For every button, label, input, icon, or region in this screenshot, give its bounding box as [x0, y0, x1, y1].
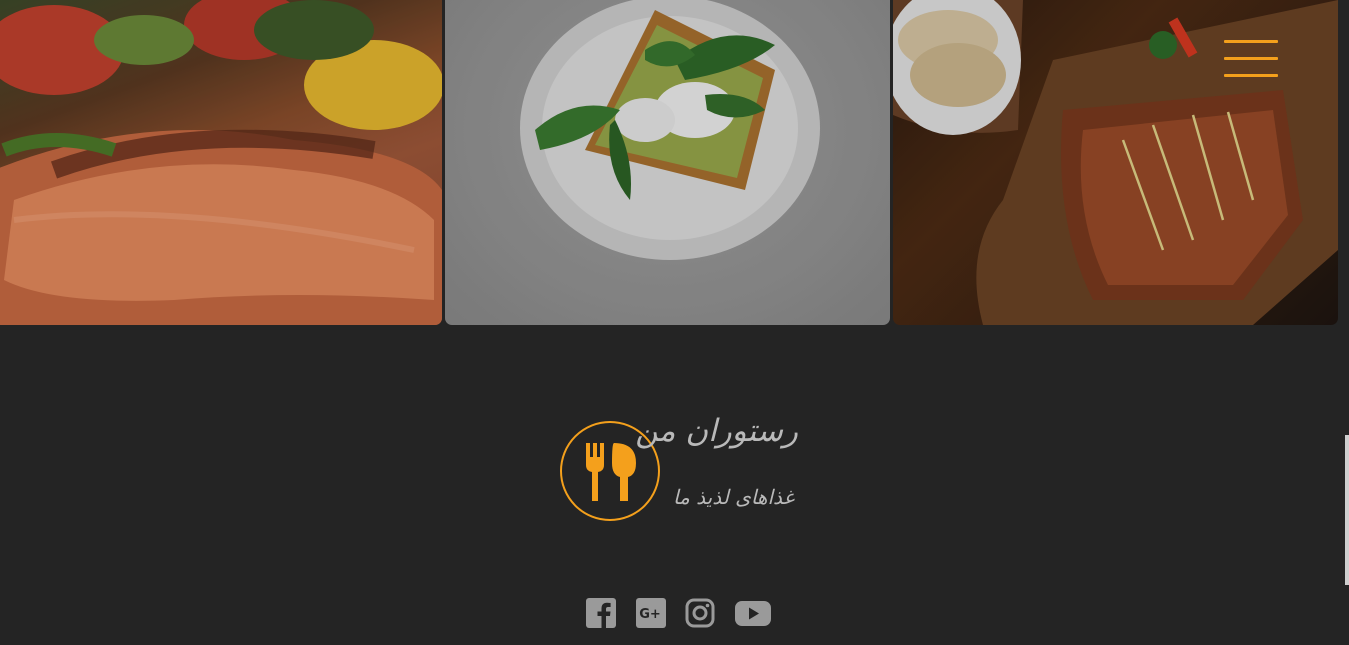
image-shade — [445, 0, 890, 325]
menu-bar — [1224, 57, 1278, 60]
svg-text:G+: G+ — [639, 607, 661, 622]
hamburger-menu-icon[interactable] — [1222, 36, 1280, 80]
youtube-icon[interactable] — [735, 598, 771, 629]
facebook-icon[interactable] — [586, 598, 616, 629]
menu-bar — [1224, 40, 1278, 43]
google-plus-icon[interactable]: G+ — [636, 598, 666, 629]
social-links: G+ — [586, 598, 776, 632]
brand[interactable]: رستوران من غذاهای لذیذ ما — [560, 413, 810, 526]
brand-tagline: غذاهای لذیذ ما — [673, 485, 794, 509]
instagram-icon[interactable] — [685, 598, 715, 629]
food-gallery — [0, 0, 1349, 325]
fork-spoon-icon — [586, 443, 636, 501]
image-shade — [0, 0, 442, 325]
menu-bar — [1224, 74, 1278, 77]
gallery-image-avocado-toast[interactable] — [445, 0, 890, 325]
footer: رستوران من غذاهای لذیذ ما G+ — [0, 325, 1349, 645]
brand-name: رستوران من — [635, 413, 799, 449]
gallery-image-salmon[interactable] — [0, 0, 442, 325]
